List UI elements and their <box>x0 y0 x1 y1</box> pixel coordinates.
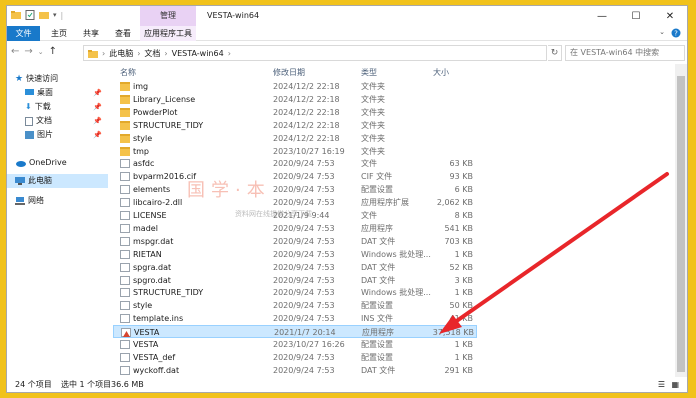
selection-count: 选中 1 个项目 <box>61 380 112 389</box>
scrollbar-thumb[interactable] <box>677 76 685 372</box>
thumbnail-view-icon[interactable]: ▦ <box>671 377 679 392</box>
status-bar: 24 个项目 选中 1 个项目 36.6 MB ☰ ▦ <box>7 377 687 392</box>
item-count: 24 个项目 <box>15 380 52 389</box>
annotation-arrow <box>439 172 669 334</box>
selection-size: 36.6 MB <box>111 380 144 389</box>
explorer-window: ▾ | 管理 VESTA-win64 — ☐ ✕ 文件 主页 共享 查看 应用程… <box>6 5 688 393</box>
details-view-icon[interactable]: ☰ <box>658 377 665 392</box>
vertical-scrollbar[interactable] <box>675 64 687 377</box>
